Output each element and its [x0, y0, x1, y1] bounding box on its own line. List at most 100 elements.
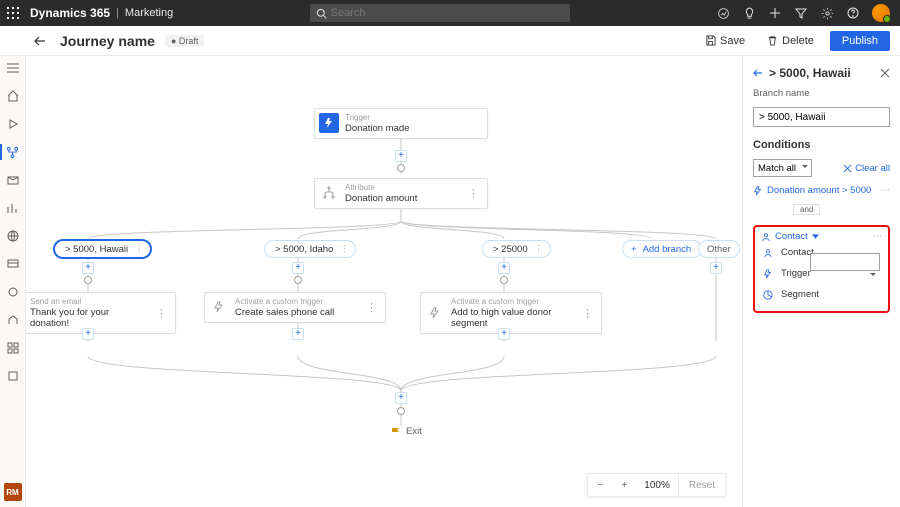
branch-other[interactable]: Other	[698, 240, 740, 258]
delete-button[interactable]: Delete	[761, 32, 820, 50]
and-operator: and	[793, 204, 820, 215]
add-step-button[interactable]: +	[292, 262, 304, 274]
connector-dot	[294, 276, 302, 284]
exit-node: Exit	[391, 426, 422, 437]
connector-dot	[500, 276, 508, 284]
nav-item-4-icon[interactable]	[5, 172, 21, 188]
condition-row-1[interactable]: Donation amount > 5000 ⋯	[753, 185, 890, 196]
clear-all-button[interactable]: Clear all	[843, 163, 890, 174]
command-bar: Journey name ● Draft Save Delete Publish	[0, 26, 900, 56]
page-title: Journey name	[60, 33, 155, 49]
header-actions	[706, 4, 900, 22]
nav-item-7-icon[interactable]	[5, 256, 21, 272]
action-node-2[interactable]: Activate a custom triggerCreate sales ph…	[204, 292, 386, 323]
search-icon	[316, 8, 327, 19]
trigger-action-icon	[425, 303, 445, 323]
connector-dot	[397, 407, 405, 415]
nav-journeys-icon[interactable]	[5, 144, 21, 160]
branch-more-icon[interactable]: ⋮	[134, 244, 144, 255]
add-step-button[interactable]: +	[292, 328, 304, 340]
add-step-button[interactable]: +	[498, 328, 510, 340]
zoom-percent: 100%	[636, 480, 678, 491]
condition-more-icon[interactable]: ⋯	[881, 185, 891, 196]
filter-icon[interactable]	[794, 6, 808, 20]
add-branch-button[interactable]: + Add branch	[622, 240, 702, 258]
panel-close-button[interactable]	[880, 68, 890, 78]
search-box[interactable]	[310, 4, 570, 22]
publish-button[interactable]: Publish	[830, 31, 890, 51]
add-icon[interactable]	[768, 6, 782, 20]
nav-item-5-icon[interactable]	[5, 200, 21, 216]
save-button[interactable]: Save	[699, 32, 751, 50]
zoom-in-button[interactable]: +	[612, 480, 636, 491]
attribute-node[interactable]: AttributeDonation amount ⋮	[314, 178, 488, 209]
waffle-icon[interactable]	[0, 7, 26, 19]
nav-item-8-icon[interactable]	[5, 284, 21, 300]
condition-type-dropdown[interactable]: Contact ⋯	[761, 231, 882, 242]
zoom-controls: − + 100% Reset	[587, 473, 726, 497]
nav-menu-icon[interactable]	[5, 60, 21, 76]
trigger-icon	[763, 269, 775, 279]
node-more-icon[interactable]: ⋮	[462, 187, 479, 200]
nav-home-icon[interactable]	[5, 88, 21, 104]
lightbulb-icon[interactable]	[742, 6, 756, 20]
branch-pill-1[interactable]: > 5000, Hawaii⋮	[54, 240, 151, 258]
nav-item-10-icon[interactable]	[5, 340, 21, 356]
menu-item-segment[interactable]: Segment	[761, 284, 882, 305]
persona-badge[interactable]: RM	[4, 483, 22, 501]
branch-name-label: Branch name	[753, 88, 890, 99]
zoom-out-button[interactable]: −	[588, 480, 612, 491]
chevron-down-icon	[812, 234, 819, 239]
branch-pill-2[interactable]: > 5000, Idaho⋮	[264, 240, 356, 258]
zoom-reset-button[interactable]: Reset	[678, 474, 725, 496]
branch-more-icon[interactable]: ⋮	[339, 244, 349, 255]
condition-type-picker: Contact ⋯ Contact Trigger Segment	[753, 225, 890, 313]
nav-item-9-icon[interactable]	[5, 312, 21, 328]
avatar[interactable]	[872, 4, 890, 22]
add-step-button[interactable]: +	[395, 392, 407, 404]
brand-sub: Marketing	[125, 7, 173, 19]
panel-back-button[interactable]	[753, 68, 763, 78]
help-icon[interactable]	[846, 6, 860, 20]
contact-icon	[761, 232, 771, 242]
status-badge: ● Draft	[165, 35, 204, 47]
action-node-3[interactable]: Activate a custom triggerAdd to high val…	[420, 292, 602, 334]
nav-item-11-icon[interactable]	[5, 368, 21, 384]
branch-icon	[319, 183, 339, 203]
add-step-button[interactable]: +	[82, 328, 94, 340]
trigger-action-icon	[209, 297, 229, 317]
properties-panel: > 5000, Hawaii Branch name Conditions Ma…	[742, 56, 900, 507]
settings-icon[interactable]	[820, 6, 834, 20]
condition-more-icon[interactable]: ⋯	[873, 231, 883, 242]
node-more-icon[interactable]: ⋮	[150, 307, 167, 320]
add-step-button[interactable]: +	[498, 262, 510, 274]
nav-recent-icon[interactable]	[5, 116, 21, 132]
node-more-icon[interactable]: ⋮	[360, 301, 377, 314]
connector-dot	[397, 164, 405, 172]
add-step-button[interactable]: +	[82, 262, 94, 274]
segment-icon	[763, 290, 775, 300]
node-more-icon[interactable]: ⋮	[576, 307, 593, 320]
assistant-icon[interactable]	[716, 6, 730, 20]
brand-name: Dynamics 365	[26, 6, 110, 20]
nav-item-6-icon[interactable]	[5, 228, 21, 244]
action-node-1[interactable]: Send an emailThank you for your donation…	[26, 292, 176, 334]
add-step-button[interactable]: +	[395, 150, 407, 162]
trigger-node[interactable]: TriggerDonation made	[314, 108, 488, 139]
add-step-button[interactable]: +	[710, 262, 722, 274]
close-icon	[843, 164, 852, 173]
chevron-down-icon	[868, 273, 876, 281]
panel-title: > 5000, Hawaii	[769, 66, 874, 80]
brand-separator: |	[110, 7, 125, 19]
branch-pill-3[interactable]: > 25000⋮	[482, 240, 551, 258]
back-button[interactable]	[30, 31, 50, 51]
branch-more-icon[interactable]: ⋮	[534, 244, 544, 255]
app-header: Dynamics 365 | Marketing	[0, 0, 900, 26]
branch-name-input[interactable]	[753, 107, 890, 127]
condition-value-input[interactable]	[810, 253, 880, 271]
conditions-heading: Conditions	[753, 139, 890, 151]
journey-canvas[interactable]: TriggerDonation made + AttributeDonation…	[26, 56, 742, 507]
search-input[interactable]	[327, 7, 564, 19]
match-select[interactable]: Match all	[753, 159, 812, 177]
flag-icon	[391, 427, 401, 437]
